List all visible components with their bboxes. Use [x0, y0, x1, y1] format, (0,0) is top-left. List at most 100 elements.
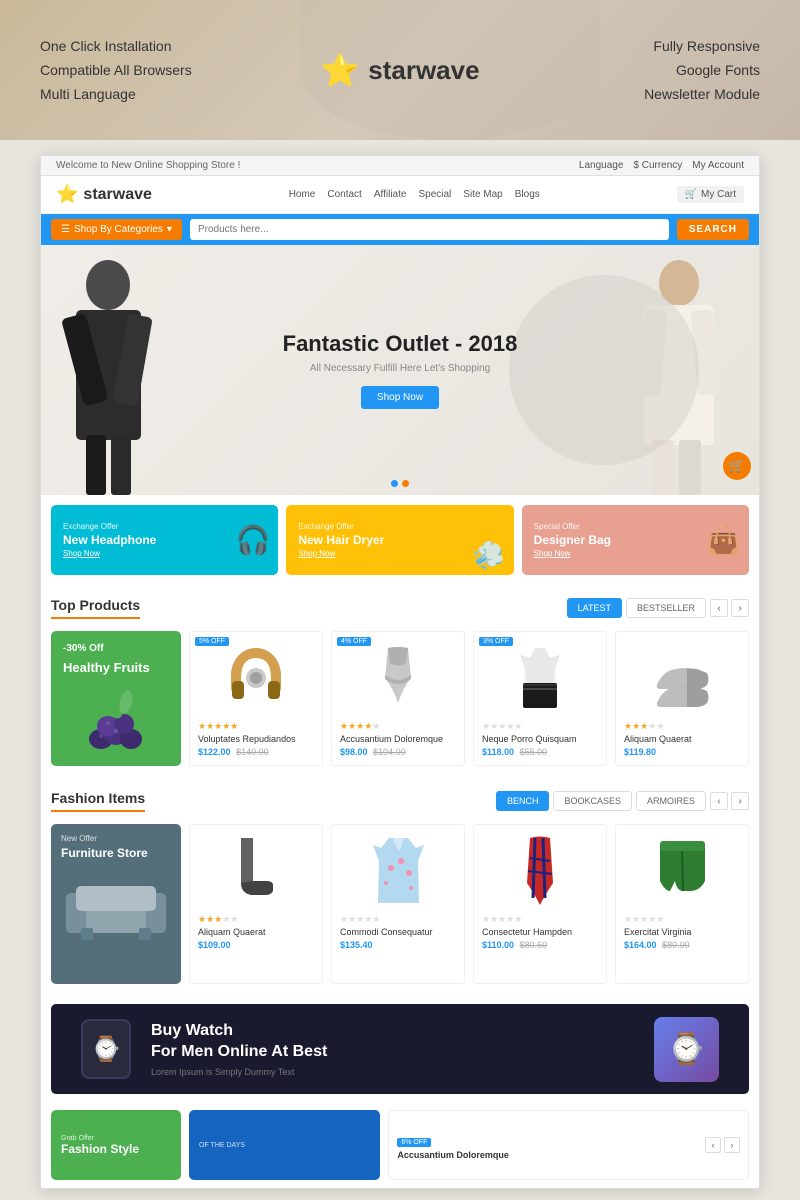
- bottom-product-nav: ‹ ›: [705, 1137, 740, 1153]
- top-products-tabs: LATEST BESTSELLER ‹ ›: [567, 598, 749, 618]
- watch-title: Buy Watch For Men Online At Best: [151, 1021, 634, 1063]
- bottom-next-arrow[interactable]: ›: [724, 1137, 740, 1153]
- menu-icon: ☰: [61, 224, 70, 235]
- watch-icon-left: ⌚: [81, 1019, 131, 1079]
- cart-floating-icon: 🛒: [729, 458, 745, 474]
- headphone-icon: 🎧: [235, 524, 270, 557]
- hero-content: Fantastic Outlet - 2018 All Necessary Fu…: [283, 331, 518, 409]
- product-name-3: Neque Porro Quisquam: [482, 734, 598, 744]
- tab-bestseller[interactable]: BESTSELLER: [626, 598, 706, 618]
- product-card-2[interactable]: 4% OFF ★★★★★ Accusantium Doloremque $98.…: [331, 631, 465, 766]
- fashion-card-2[interactable]: ★★★★★ Commodi Consequatur $135.40: [331, 824, 465, 984]
- fashion-name-1: Aliquam Quaerat: [198, 927, 314, 937]
- shop-now-button[interactable]: Shop Now: [361, 386, 439, 409]
- promo-offer-2: Exchange Offer: [298, 522, 501, 531]
- product-price-1: $122.00 $140.00: [198, 747, 314, 757]
- bottom-prev-arrow[interactable]: ‹: [705, 1137, 721, 1153]
- fashion-next-arrow[interactable]: ›: [731, 792, 749, 810]
- topbar: Welcome to New Online Shopping Store ! L…: [41, 156, 759, 176]
- product-card-4[interactable]: ★★★★★ Aliquam Quaerat $119.80: [615, 631, 749, 766]
- stars-4: ★★★★★: [624, 721, 740, 732]
- watch-content: Buy Watch For Men Online At Best Lorem I…: [151, 1021, 634, 1078]
- product-img-3: [482, 640, 598, 715]
- cart-icon: 🛒: [685, 189, 697, 200]
- nav-special[interactable]: Special: [418, 189, 451, 200]
- product-card-3[interactable]: 3% OFF ★★★★★ Neque Porro Quisquam $118.0…: [473, 631, 607, 766]
- product-img-4: [624, 640, 740, 715]
- dot-2[interactable]: [402, 480, 409, 487]
- fashion-name-2: Commodi Consequatur: [340, 927, 456, 937]
- tab-armoires[interactable]: ARMOIRES: [636, 791, 706, 811]
- tab-bookcases[interactable]: BOOKCASES: [553, 791, 632, 811]
- feature-discount: -30% Off: [63, 643, 169, 654]
- slider-dots: [391, 480, 409, 487]
- fashion-products-grid: New Offer Furniture Store: [51, 824, 749, 984]
- bottom-banner-days: Of The Days: [189, 1110, 380, 1180]
- category-button[interactable]: ☰ Shop By Categories ▾: [51, 219, 182, 240]
- cart-floating-button[interactable]: 🛒: [723, 452, 751, 480]
- cart-label: My Cart: [701, 189, 736, 200]
- product-img-2: [340, 640, 456, 715]
- prev-arrow[interactable]: ‹: [710, 599, 728, 617]
- fashion-price-3: $110.00 $80.60: [482, 940, 598, 950]
- nav-blogs[interactable]: Blogs: [515, 189, 540, 200]
- hero-person-left: [61, 255, 156, 495]
- nav-home[interactable]: Home: [289, 189, 316, 200]
- tab-latest[interactable]: LATEST: [567, 598, 622, 618]
- nav-sitemap[interactable]: Site Map: [463, 189, 502, 200]
- feature-6: Newsletter Module: [644, 86, 760, 102]
- top-products-header: Top Products LATEST BESTSELLER ‹ ›: [51, 597, 749, 619]
- nav-affiliate[interactable]: Affiliate: [374, 189, 407, 200]
- product-price-4: $119.80: [624, 747, 740, 757]
- dot-1[interactable]: [391, 480, 398, 487]
- product-img-1: [198, 640, 314, 715]
- search-input[interactable]: [190, 219, 669, 240]
- store-star-icon: ⭐: [56, 184, 78, 205]
- badge-2: 4% OFF: [337, 637, 371, 646]
- tab-bench[interactable]: BENCH: [496, 791, 550, 811]
- fashion-img-2: [340, 833, 456, 908]
- next-arrow[interactable]: ›: [731, 599, 749, 617]
- fashion-card-1[interactable]: ★★★★★ Aliquam Quaerat $109.00: [189, 824, 323, 984]
- search-button[interactable]: SEARCH: [677, 219, 749, 240]
- main-logo: ⭐ starwave: [320, 51, 479, 89]
- top-products-title: Top Products: [51, 597, 140, 619]
- bb-title-1: Fashion Style: [61, 1142, 171, 1156]
- top-products-section: Top Products LATEST BESTSELLER ‹ › -30% …: [41, 585, 759, 778]
- fashion-stars-2: ★★★★★: [340, 914, 456, 925]
- feature-3: Multi Language: [40, 86, 192, 102]
- fashion-items-title: Fashion Items: [51, 790, 145, 812]
- fashion-card-3[interactable]: ★★★★★ Consectetur Hampden $110.00 $80.60: [473, 824, 607, 984]
- bottom-badge: 6% OFF: [397, 1138, 431, 1147]
- fashion-prev-arrow[interactable]: ‹: [710, 792, 728, 810]
- fashion-card-4[interactable]: ★★★★★ Exercitat Virginia $164.00 $80.00: [615, 824, 749, 984]
- category-label: Shop By Categories: [74, 224, 163, 235]
- fashion-price-4: $164.00 $80.00: [624, 940, 740, 950]
- fashion-name-3: Consectetur Hampden: [482, 927, 598, 937]
- cart-button[interactable]: 🛒 My Cart: [677, 186, 744, 203]
- product-price-3: $118.00 $55.00: [482, 747, 598, 757]
- fashion-stars-1: ★★★★★: [198, 914, 314, 925]
- store-nav: Home Contact Affiliate Special Site Map …: [289, 189, 540, 200]
- bottom-product-info: 6% OFF Accusantium Doloremque: [397, 1131, 509, 1160]
- language-selector[interactable]: Language: [579, 160, 624, 171]
- fashion-items-section: Fashion Items BENCH BOOKCASES ARMOIRES ‹…: [41, 778, 759, 996]
- nav-contact[interactable]: Contact: [327, 189, 361, 200]
- stars-1: ★★★★★: [198, 721, 314, 732]
- badge-3: 3% OFF: [479, 637, 513, 646]
- account-menu[interactable]: My Account: [692, 160, 744, 171]
- store-container: Welcome to New Online Shopping Store ! L…: [40, 155, 760, 1189]
- topbar-welcome: Welcome to New Online Shopping Store !: [56, 160, 240, 171]
- product-card-1[interactable]: 5% OFF ★★★★★ Voluptates Repudiandos $122…: [189, 631, 323, 766]
- bag-icon: 👜: [706, 524, 741, 557]
- fashion-tab-nav: ‹ ›: [710, 792, 749, 810]
- feature-4: Fully Responsive: [644, 38, 760, 54]
- fashion-name-4: Exercitat Virginia: [624, 927, 740, 937]
- feature-2: Compatible All Browsers: [40, 62, 192, 78]
- promo-bag: Special Offer Designer Bag Shop Now 👜: [522, 505, 749, 575]
- currency-selector[interactable]: $ Currency: [633, 160, 682, 171]
- fashion-stars-3: ★★★★★: [482, 914, 598, 925]
- hero-background: One Click Installation Compatible All Br…: [0, 0, 800, 140]
- feature-title: Healthy Fruits: [63, 660, 169, 675]
- stars-3: ★★★★★: [482, 721, 598, 732]
